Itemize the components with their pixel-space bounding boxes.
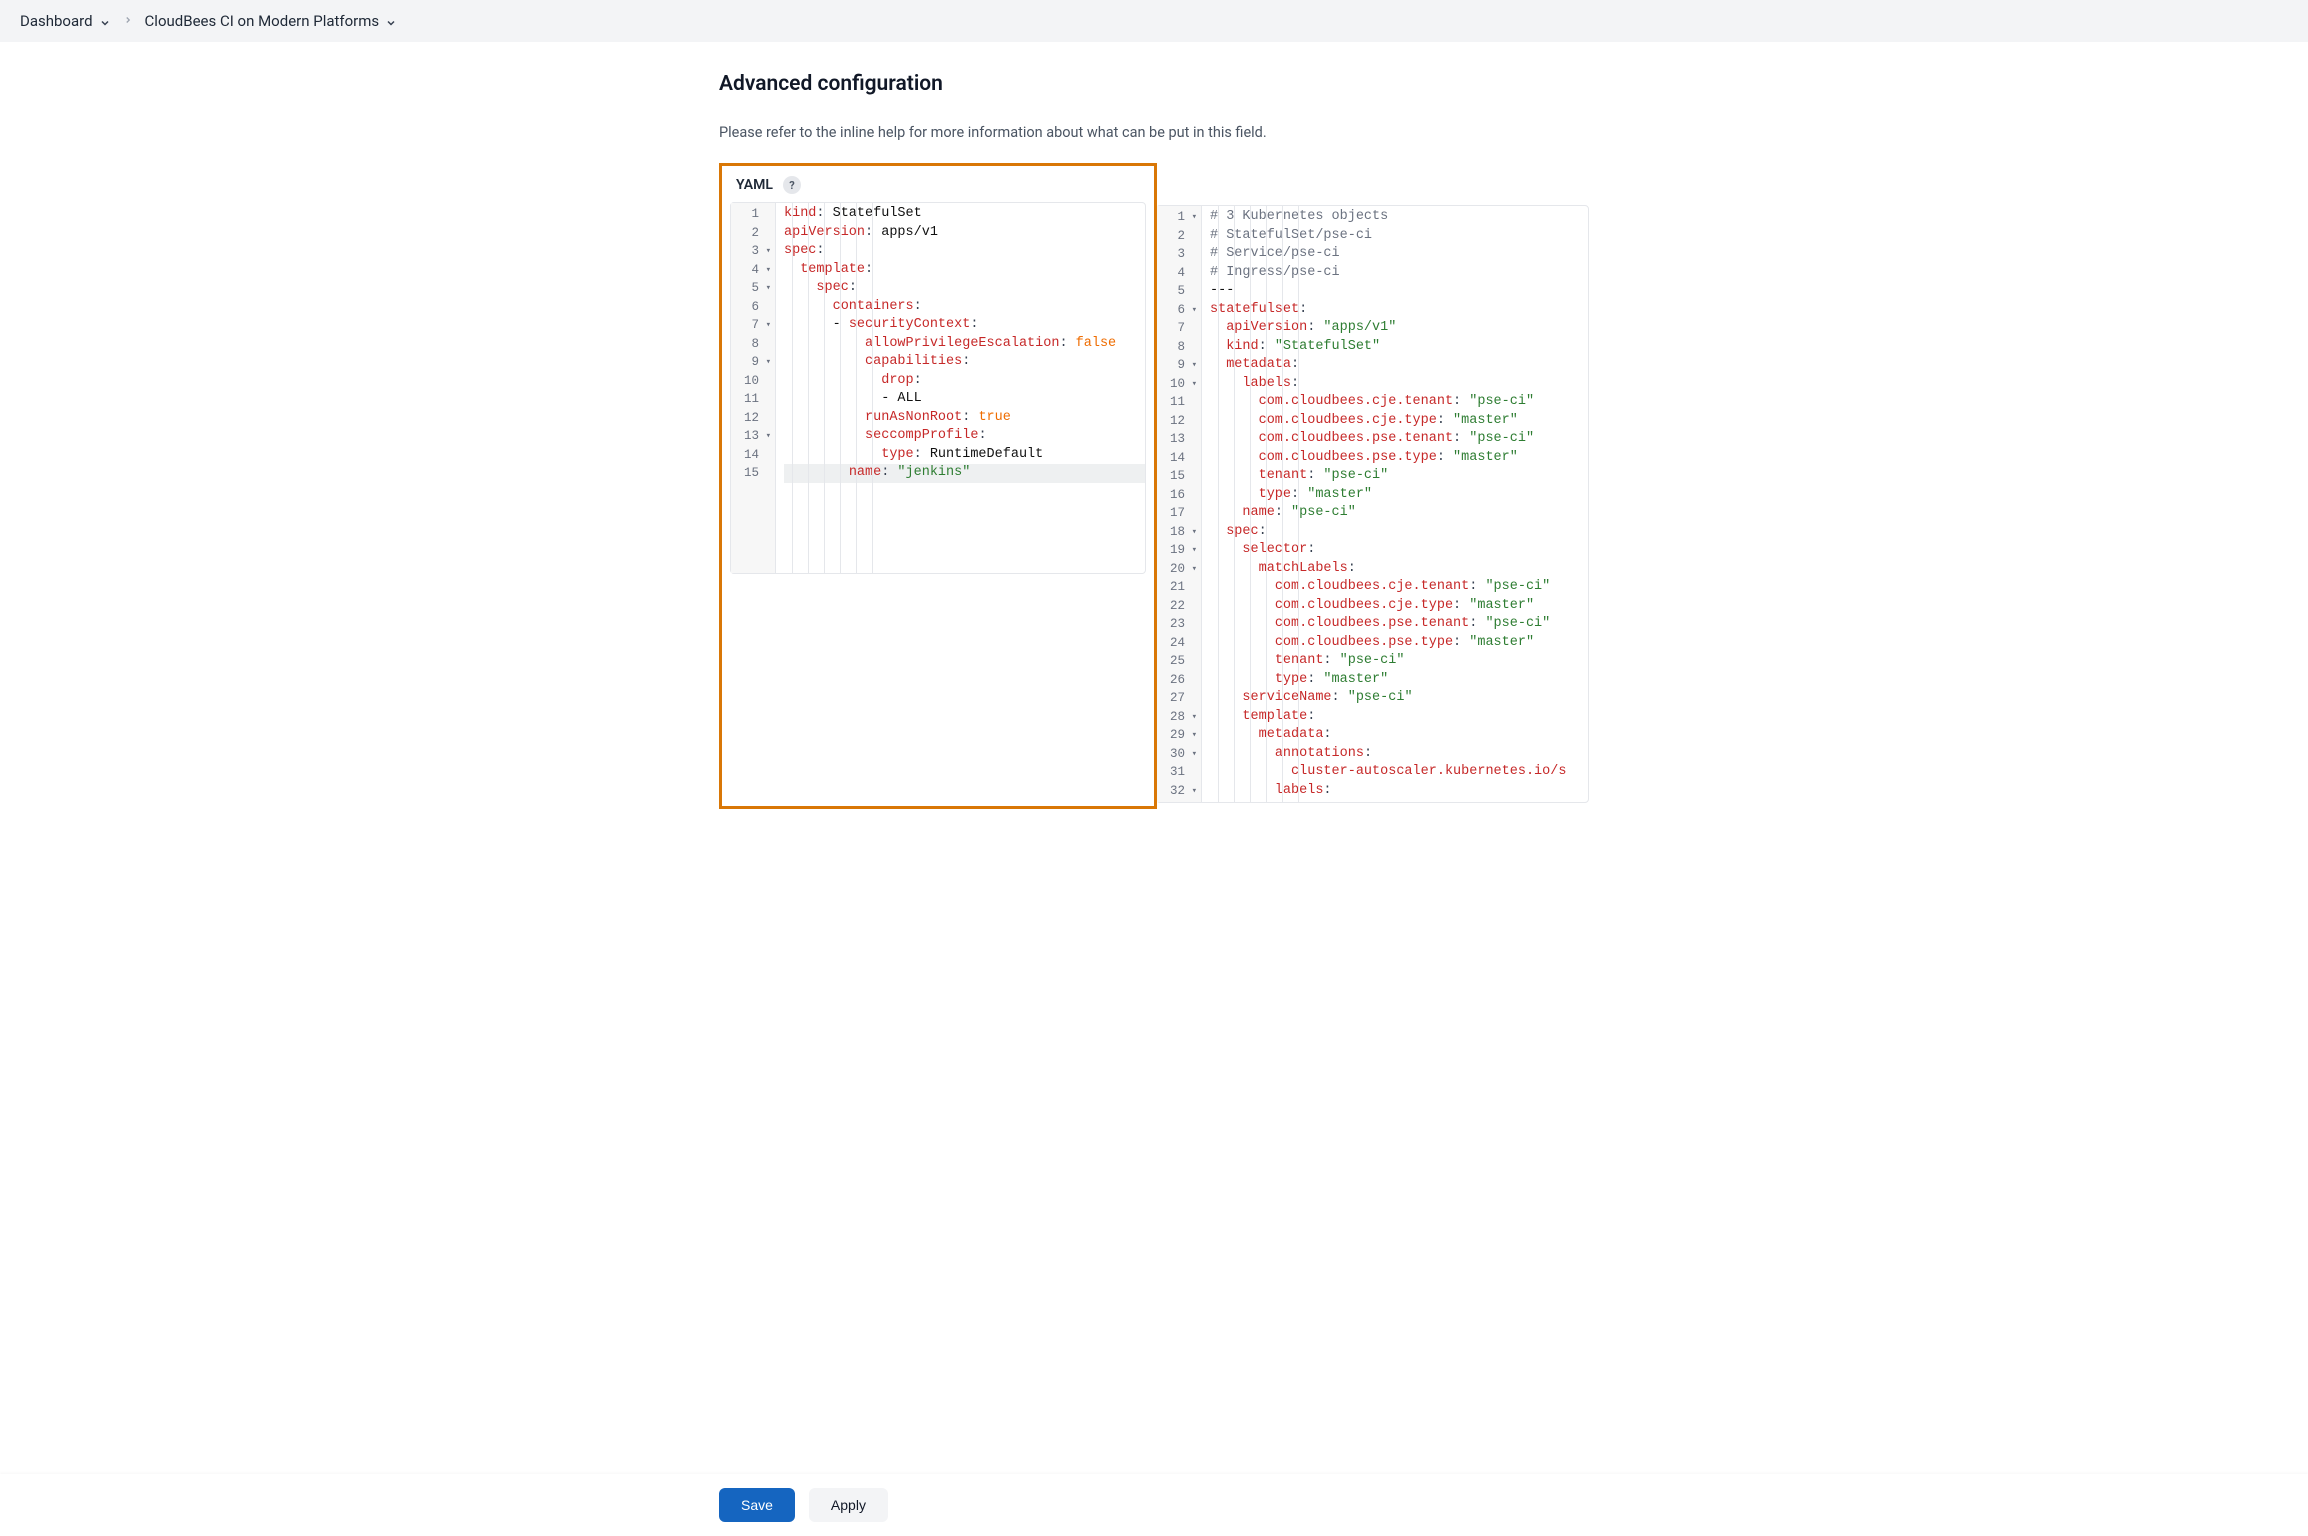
line-number: 23 bbox=[1161, 615, 1195, 634]
yaml-highlight-box: YAML ? 123456789101112131415 kind: State… bbox=[719, 163, 1157, 809]
line-number: 13 bbox=[1161, 430, 1195, 449]
breadcrumb-label: Dashboard bbox=[20, 12, 93, 30]
line-number: 26 bbox=[1161, 671, 1195, 690]
chevron-down-icon[interactable] bbox=[99, 15, 111, 27]
line-number: 10 bbox=[1161, 375, 1195, 394]
breadcrumb-item-dashboard[interactable]: Dashboard bbox=[20, 12, 111, 30]
line-number: 7 bbox=[1161, 319, 1195, 338]
line-number: 18 bbox=[1161, 523, 1195, 542]
yaml-editor-left[interactable]: 123456789101112131415 kind: StatefulSeta… bbox=[730, 202, 1146, 574]
line-number: 11 bbox=[1161, 393, 1195, 412]
line-number: 9 bbox=[1161, 356, 1195, 375]
code-line[interactable]: kind: StatefulSet bbox=[784, 205, 1145, 224]
line-number: 3 bbox=[1161, 245, 1195, 264]
apply-button[interactable]: Apply bbox=[809, 1488, 888, 1522]
line-number: 1 bbox=[735, 205, 769, 224]
line-number: 12 bbox=[1161, 412, 1195, 431]
line-number: 29 bbox=[1161, 726, 1195, 745]
line-number: 4 bbox=[735, 261, 769, 280]
line-number: 12 bbox=[735, 409, 769, 428]
code-line[interactable]: capabilities: bbox=[784, 353, 1145, 372]
line-number: 9 bbox=[735, 353, 769, 372]
line-number: 10 bbox=[735, 372, 769, 391]
line-number: 11 bbox=[735, 390, 769, 409]
line-number: 14 bbox=[1161, 449, 1195, 468]
line-number: 27 bbox=[1161, 689, 1195, 708]
code-line[interactable]: apiVersion: apps/v1 bbox=[784, 224, 1145, 243]
line-number: 2 bbox=[1161, 227, 1195, 246]
line-number: 6 bbox=[1161, 301, 1195, 320]
line-number: 8 bbox=[1161, 338, 1195, 357]
code-line[interactable]: runAsNonRoot: true bbox=[784, 409, 1145, 428]
code-line[interactable]: spec: bbox=[784, 242, 1145, 261]
line-number: 30 bbox=[1161, 745, 1195, 764]
code-line[interactable]: - ALL bbox=[784, 390, 1145, 409]
help-icon[interactable]: ? bbox=[783, 176, 801, 194]
line-number: 5 bbox=[735, 279, 769, 298]
code-line[interactable]: template: bbox=[784, 261, 1145, 280]
line-number: 15 bbox=[735, 464, 769, 483]
line-number: 14 bbox=[735, 446, 769, 465]
line-number: 20 bbox=[1161, 560, 1195, 579]
line-number: 22 bbox=[1161, 597, 1195, 616]
line-number: 3 bbox=[735, 242, 769, 261]
line-number: 5 bbox=[1161, 282, 1195, 301]
bottom-action-bar: Save Apply bbox=[0, 1474, 2308, 1536]
chevron-down-icon[interactable] bbox=[385, 15, 397, 27]
line-number: 13 bbox=[735, 427, 769, 446]
line-number: 19 bbox=[1161, 541, 1195, 560]
line-number: 15 bbox=[1161, 467, 1195, 486]
yaml-editor-right[interactable]: 1234567891011121314151617181920212223242… bbox=[1156, 205, 1589, 803]
line-number: 16 bbox=[1161, 486, 1195, 505]
line-number: 17 bbox=[1161, 504, 1195, 523]
code-line[interactable]: type: RuntimeDefault bbox=[784, 446, 1145, 465]
code-line[interactable]: allowPrivilegeEscalation: false bbox=[784, 335, 1145, 354]
code-line[interactable]: - securityContext: bbox=[784, 316, 1145, 335]
line-number: 4 bbox=[1161, 264, 1195, 283]
line-number: 21 bbox=[1161, 578, 1195, 597]
line-number: 6 bbox=[735, 298, 769, 317]
code-line[interactable]: seccompProfile: bbox=[784, 427, 1145, 446]
help-text: Please refer to the inline help for more… bbox=[719, 124, 1589, 141]
line-number: 31 bbox=[1161, 763, 1195, 782]
code-line[interactable]: drop: bbox=[784, 372, 1145, 391]
line-number: 25 bbox=[1161, 652, 1195, 671]
line-number: 7 bbox=[735, 316, 769, 335]
line-number: 28 bbox=[1161, 708, 1195, 727]
breadcrumb-item-cloudbees[interactable]: CloudBees CI on Modern Platforms bbox=[145, 12, 398, 30]
yaml-label: YAML bbox=[736, 177, 773, 193]
line-number: 32 bbox=[1161, 782, 1195, 801]
chevron-right-icon bbox=[123, 13, 133, 29]
page-title: Advanced configuration bbox=[719, 72, 1589, 96]
code-line[interactable]: containers: bbox=[784, 298, 1145, 317]
save-button[interactable]: Save bbox=[719, 1488, 795, 1522]
breadcrumb: Dashboard CloudBees CI on Modern Platfor… bbox=[0, 0, 2308, 42]
code-line[interactable]: spec: bbox=[784, 279, 1145, 298]
line-number: 1 bbox=[1161, 208, 1195, 227]
code-line[interactable]: name: "jenkins" bbox=[784, 464, 1145, 483]
line-number: 24 bbox=[1161, 634, 1195, 653]
line-number: 8 bbox=[735, 335, 769, 354]
breadcrumb-label: CloudBees CI on Modern Platforms bbox=[145, 12, 380, 30]
line-number: 2 bbox=[735, 224, 769, 243]
